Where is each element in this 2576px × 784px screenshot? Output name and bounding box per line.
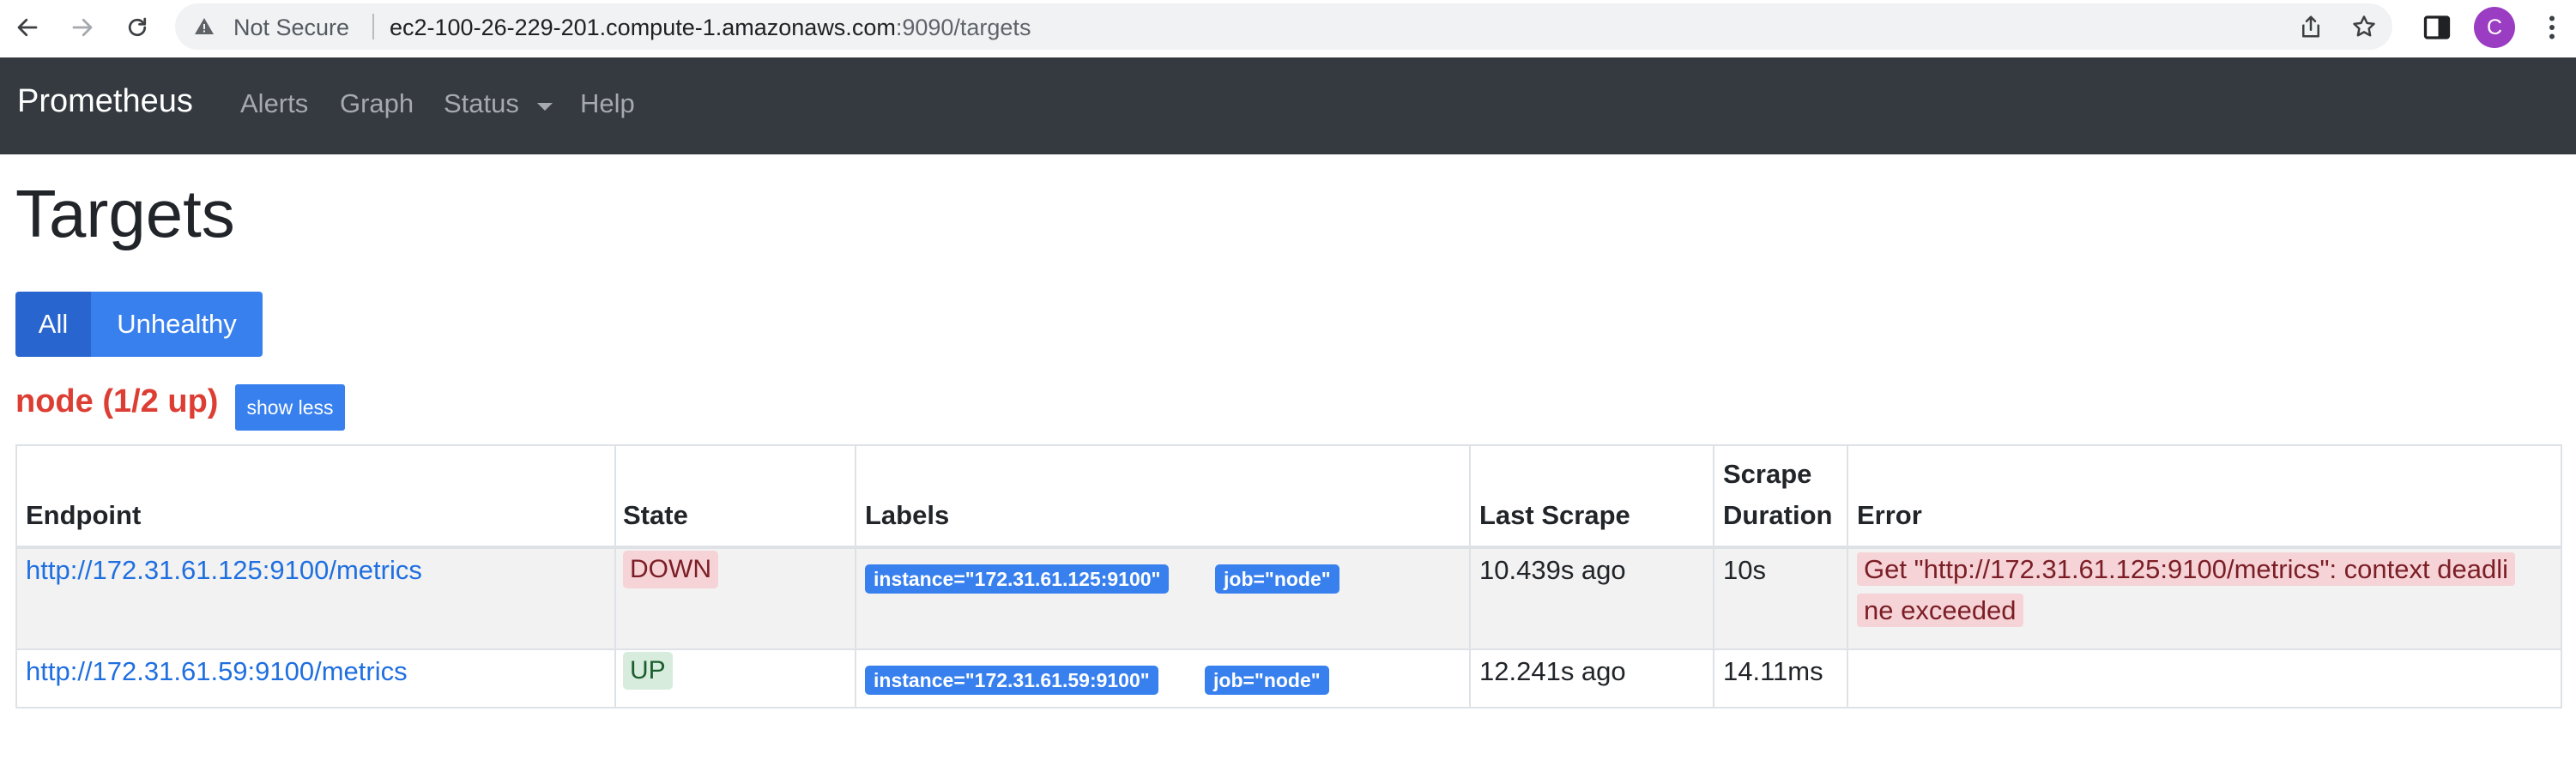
address-divider xyxy=(372,14,374,39)
forward-button[interactable] xyxy=(63,9,101,46)
error-text-line1: Get "http://172.31.61.125:9100/metrics":… xyxy=(1857,552,2515,586)
last-scrape-value: 12.241s ago xyxy=(1479,656,1626,686)
reload-icon xyxy=(128,17,147,37)
label-badge-instance[interactable]: instance="172.31.61.59:9100" xyxy=(865,666,1158,695)
state-badge-up: UP xyxy=(623,652,673,690)
url-host: ec2-100-26-229-201.compute-1.amazonaws.c… xyxy=(390,15,896,40)
header-labels[interactable]: Labels xyxy=(865,496,949,535)
nav-status[interactable]: Status xyxy=(444,88,519,119)
prometheus-navbar: Prometheus Alerts Graph Status Help xyxy=(0,57,2576,154)
header-error[interactable]: Error xyxy=(1857,496,1922,535)
column-divider xyxy=(614,446,616,707)
header-state[interactable]: State xyxy=(623,496,688,535)
profile-avatar[interactable]: C xyxy=(2474,7,2515,48)
label-badge-job[interactable]: job="node" xyxy=(1205,666,1329,695)
state-badge-down: DOWN xyxy=(623,551,718,588)
scrape-duration-value: 10s xyxy=(1723,555,1766,585)
side-panel-icon[interactable] xyxy=(2422,12,2452,43)
security-label[interactable]: Not Secure xyxy=(233,15,349,41)
brand-link[interactable]: Prometheus xyxy=(17,83,193,120)
filter-all-button[interactable]: All xyxy=(15,292,91,357)
row-divider xyxy=(17,648,2561,650)
header-scrape-duration-line2[interactable]: Duration xyxy=(1723,496,1832,535)
column-divider xyxy=(1847,446,1848,707)
column-divider xyxy=(1469,446,1471,707)
forward-arrow-icon xyxy=(72,18,93,37)
back-button[interactable] xyxy=(9,9,46,46)
error-text-line2: ne exceeded xyxy=(1857,594,2023,627)
bookmark-star-icon[interactable] xyxy=(2351,14,2377,39)
label-badge-job[interactable]: job="node" xyxy=(1215,564,1339,594)
page-title: Targets xyxy=(15,176,235,251)
column-divider xyxy=(855,446,856,707)
browser-toolbar: Not Secure ec2-100-26-229-201.compute-1.… xyxy=(0,0,2576,58)
url-path: :9090/targets xyxy=(895,15,1031,40)
nav-graph[interactable]: Graph xyxy=(340,88,414,119)
scrape-duration-value: 14.11ms xyxy=(1723,656,1823,686)
header-last-scrape[interactable]: Last Scrape xyxy=(1479,496,1630,535)
column-divider xyxy=(1713,446,1714,707)
endpoint-link[interactable]: http://172.31.61.125:9100/metrics xyxy=(26,551,422,590)
last-scrape-value: 10.439s ago xyxy=(1479,555,1626,585)
address-bar[interactable]: Not Secure ec2-100-26-229-201.compute-1.… xyxy=(175,3,2392,50)
show-less-button[interactable]: show less xyxy=(235,384,345,431)
header-scrape-duration-line1[interactable]: Scrape xyxy=(1723,455,1811,494)
targets-table: Endpoint State Labels Last Scrape Scrape… xyxy=(15,444,2562,709)
more-menu-icon[interactable] xyxy=(2537,12,2567,43)
share-icon[interactable] xyxy=(2298,14,2324,39)
reload-button[interactable] xyxy=(118,9,156,46)
warning-icon[interactable] xyxy=(194,16,215,37)
job-heading[interactable]: node (1/2 up) xyxy=(15,383,218,420)
target-filter-group: All Unhealthy xyxy=(15,292,263,357)
back-arrow-icon xyxy=(17,18,38,37)
nav-help[interactable]: Help xyxy=(580,88,635,119)
error-message: Get "http://172.31.61.125:9100/metrics":… xyxy=(1857,549,2543,631)
nav-alerts[interactable]: Alerts xyxy=(240,88,308,119)
endpoint-link[interactable]: http://172.31.61.59:9100/metrics xyxy=(26,652,408,691)
label-badge-instance[interactable]: instance="172.31.61.125:9100" xyxy=(865,564,1170,594)
url-text[interactable]: ec2-100-26-229-201.compute-1.amazonaws.c… xyxy=(390,15,1031,41)
status-dropdown-caret-icon[interactable] xyxy=(537,103,553,111)
filter-unhealthy-button[interactable]: Unhealthy xyxy=(91,292,263,357)
header-endpoint[interactable]: Endpoint xyxy=(26,496,141,535)
